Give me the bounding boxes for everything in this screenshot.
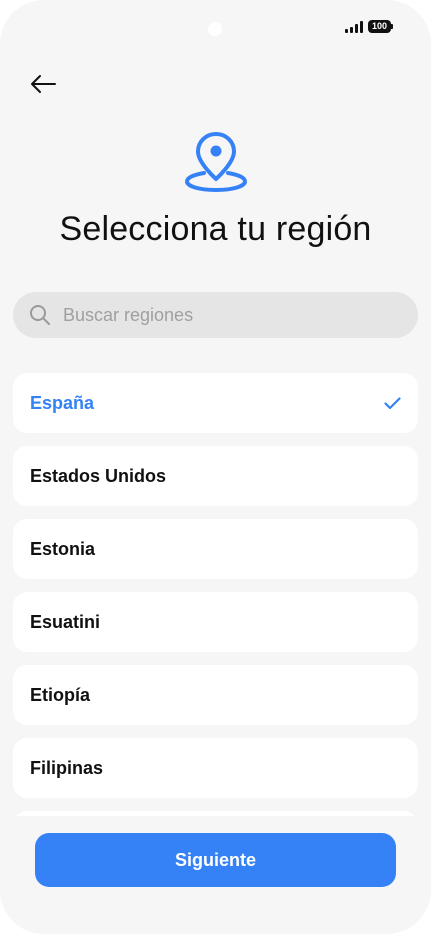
list-item-label: Esuatini [30,611,101,632]
phone-screen: 100 Selecciona tu región España [0,0,431,934]
list-item-etiopia[interactable]: Etiopía [13,665,418,725]
list-item-label: España [30,392,95,413]
location-pin-icon [184,132,248,193]
search-icon [30,305,50,325]
list-item-espana[interactable]: España [13,373,418,433]
next-button[interactable]: Siguiente [35,833,396,887]
back-button[interactable] [26,70,60,98]
search-bar[interactable] [13,292,418,338]
list-item-label: Filipinas [30,757,104,778]
battery-icon: 100 [368,20,393,33]
list-item-label: Estonia [30,538,96,559]
camera-cutout [208,22,222,36]
region-list[interactable]: España Estados Unidos Estonia Esuatini E… [13,373,418,816]
page-title: Selecciona tu región [59,210,372,248]
search-input[interactable] [61,303,381,327]
list-item-estonia[interactable]: Estonia [13,519,418,579]
signal-icon [345,20,363,33]
check-icon [384,396,401,410]
status-bar: 100 [345,20,393,33]
list-item-filipinas[interactable]: Filipinas [13,738,418,798]
list-item-partial[interactable] [13,811,418,816]
battery-level: 100 [368,20,391,33]
list-item-estados-unidos[interactable]: Estados Unidos [13,446,418,506]
list-item-label: Etiopía [30,684,91,705]
arrow-left-icon [31,75,56,93]
list-item-esuatini[interactable]: Esuatini [13,592,418,652]
list-item-label: Estados Unidos [30,465,167,486]
